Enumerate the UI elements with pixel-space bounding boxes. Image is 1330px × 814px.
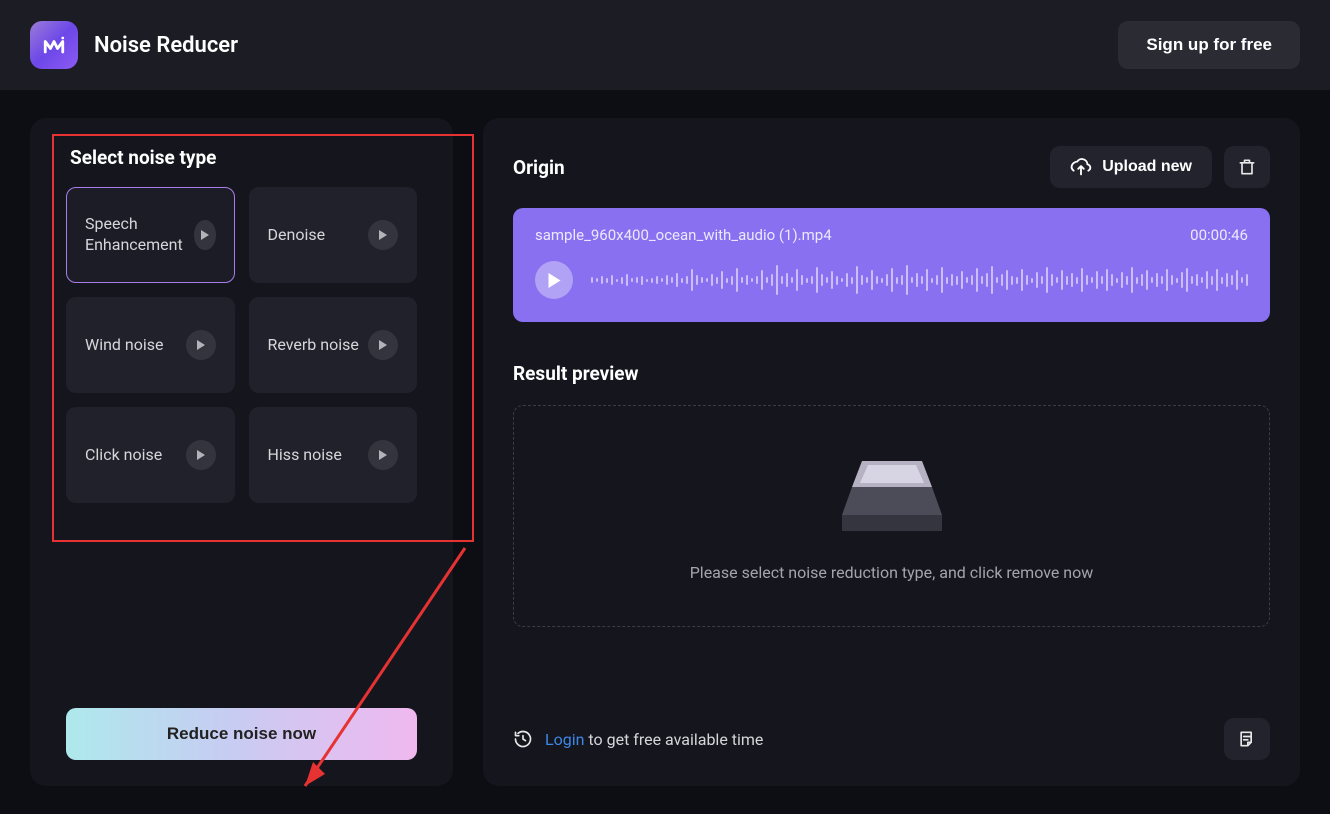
- play-sample-button[interactable]: [368, 440, 398, 470]
- origin-actions: Upload new: [1050, 146, 1270, 188]
- noise-card-hiss-noise[interactable]: Hiss noise: [249, 407, 418, 503]
- origin-header-row: Origin Upload new: [513, 146, 1270, 188]
- noise-card-denoise[interactable]: Denoise: [249, 187, 418, 283]
- noise-label: Wind noise: [85, 335, 164, 356]
- result-title: Result preview: [513, 362, 1270, 385]
- audio-row: [535, 260, 1248, 300]
- play-icon: [196, 340, 206, 350]
- noise-label: Speech Enhancement: [85, 214, 194, 256]
- header-left: Noise Reducer: [30, 21, 238, 69]
- waveform[interactable]: [591, 260, 1248, 300]
- app-logo: [30, 21, 78, 69]
- empty-tray-icon: [838, 451, 946, 535]
- play-sample-button[interactable]: [368, 220, 398, 250]
- login-link[interactable]: Login: [545, 730, 584, 749]
- clock-refresh-icon: [513, 729, 533, 749]
- reduce-noise-button[interactable]: Reduce noise now: [66, 708, 417, 760]
- trash-icon: [1237, 157, 1257, 177]
- noise-type-grid: Speech Enhancement Denoise Wind noise Re…: [52, 187, 431, 503]
- feedback-button[interactable]: [1224, 718, 1270, 760]
- upload-icon: [1070, 156, 1092, 178]
- right-panel: Origin Upload new sample_960x40: [483, 118, 1300, 786]
- signup-button[interactable]: Sign up for free: [1118, 21, 1300, 69]
- left-panel: Select noise type Speech Enhancement Den…: [30, 118, 453, 786]
- noise-card-speech-enhancement[interactable]: Speech Enhancement: [66, 187, 235, 283]
- origin-title: Origin: [513, 156, 565, 179]
- upload-new-button[interactable]: Upload new: [1050, 146, 1212, 188]
- file-name: sample_960x400_ocean_with_audio (1).mp4: [535, 226, 832, 244]
- noise-card-reverb-noise[interactable]: Reverb noise: [249, 297, 418, 393]
- annotation-arrow: [255, 528, 495, 808]
- play-sample-button[interactable]: [186, 440, 216, 470]
- play-sample-button[interactable]: [368, 330, 398, 360]
- play-icon: [378, 230, 388, 240]
- noise-card-click-noise[interactable]: Click noise: [66, 407, 235, 503]
- logo-m-icon: [40, 31, 68, 59]
- origin-audio-block: sample_960x400_ocean_with_audio (1).mp4 …: [513, 208, 1270, 322]
- result-placeholder-text: Please select noise reduction type, and …: [690, 563, 1094, 582]
- play-icon: [196, 450, 206, 460]
- footer-row: Login to get free available time: [513, 718, 1270, 760]
- noise-card-wind-noise[interactable]: Wind noise: [66, 297, 235, 393]
- audio-duration: 00:00:46: [1190, 226, 1248, 244]
- noise-label: Hiss noise: [268, 445, 342, 466]
- noise-section-title: Select noise type: [70, 146, 431, 169]
- play-sample-button[interactable]: [194, 220, 215, 250]
- result-preview-box: Please select noise reduction type, and …: [513, 405, 1270, 627]
- noise-label: Click noise: [85, 445, 162, 466]
- app-title: Noise Reducer: [94, 33, 238, 58]
- login-suffix: to get free available time: [584, 730, 763, 749]
- login-prompt: Login to get free available time: [513, 729, 763, 749]
- main-content: Select noise type Speech Enhancement Den…: [0, 90, 1330, 814]
- play-icon: [200, 230, 210, 240]
- noise-label: Reverb noise: [268, 335, 359, 356]
- noise-label: Denoise: [268, 225, 326, 246]
- app-header: Noise Reducer Sign up for free: [0, 0, 1330, 90]
- audio-meta: sample_960x400_ocean_with_audio (1).mp4 …: [535, 226, 1248, 244]
- play-origin-button[interactable]: [535, 261, 573, 299]
- play-icon: [378, 450, 388, 460]
- play-icon: [547, 273, 562, 288]
- upload-new-label: Upload new: [1102, 158, 1192, 176]
- delete-button[interactable]: [1224, 146, 1270, 188]
- play-icon: [378, 340, 388, 350]
- note-edit-icon: [1237, 729, 1257, 749]
- play-sample-button[interactable]: [186, 330, 216, 360]
